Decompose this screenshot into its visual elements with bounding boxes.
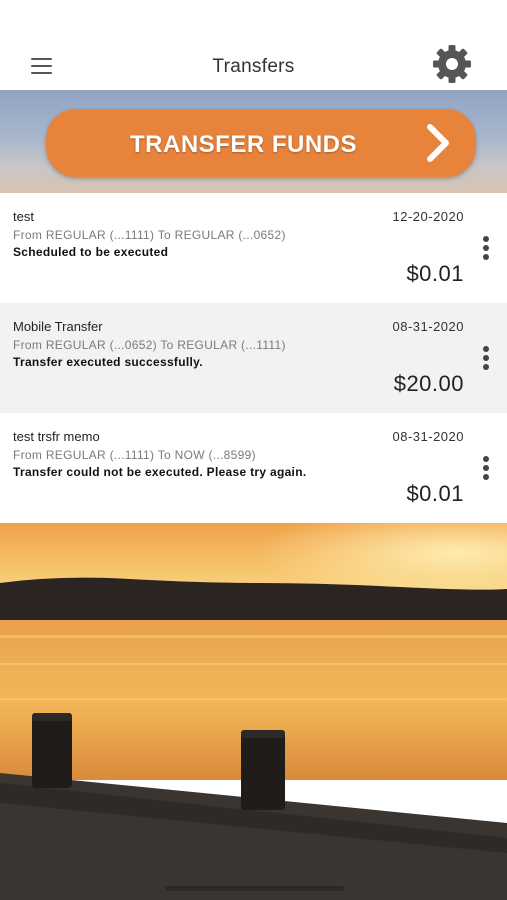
transfer-amount: $0.01 (406, 481, 464, 506)
chevron-right-icon (427, 124, 449, 162)
transfer-date: 08-31-2020 (392, 429, 464, 444)
transfer-amount: $20.00 (393, 371, 464, 396)
transfer-date: 08-31-2020 (392, 319, 464, 334)
transfers-screen: Transfers TRANSFER FUNDS test 12-20-2020… (0, 0, 507, 900)
more-options-icon[interactable] (481, 236, 491, 260)
transfer-list: test 12-20-2020 From REGULAR (...1111) T… (0, 193, 507, 523)
transfer-date: 12-20-2020 (392, 209, 464, 224)
transfer-memo: test (13, 209, 34, 224)
transfer-memo: Mobile Transfer (13, 319, 103, 334)
sunset-lake-image (0, 523, 507, 900)
home-indicator[interactable] (165, 886, 345, 891)
transfer-banner: TRANSFER FUNDS (0, 90, 507, 193)
transfer-status: Transfer executed successfully. (13, 355, 203, 369)
transfer-memo: test trsfr memo (13, 429, 100, 444)
transfer-row[interactable]: Mobile Transfer 08-31-2020 From REGULAR … (0, 303, 507, 413)
transfer-row[interactable]: test 12-20-2020 From REGULAR (...1111) T… (0, 193, 507, 303)
transfer-status: Transfer could not be executed. Please t… (13, 465, 307, 479)
transfer-amount: $0.01 (406, 261, 464, 286)
more-options-icon[interactable] (481, 456, 491, 480)
transfer-status: Scheduled to be executed (13, 245, 169, 259)
gear-icon[interactable] (430, 44, 474, 84)
transfer-funds-label: TRANSFER FUNDS (130, 131, 357, 158)
transfer-funds-button[interactable]: TRANSFER FUNDS (46, 109, 476, 177)
transfer-route: From REGULAR (...0652) To REGULAR (...11… (13, 338, 286, 352)
transfer-route: From REGULAR (...1111) To NOW (...8599) (13, 448, 256, 462)
more-options-icon[interactable] (481, 346, 491, 370)
app-header: Transfers (0, 0, 507, 90)
transfer-row[interactable]: test trsfr memo 08-31-2020 From REGULAR … (0, 413, 507, 523)
transfer-route: From REGULAR (...1111) To REGULAR (...06… (13, 228, 286, 242)
